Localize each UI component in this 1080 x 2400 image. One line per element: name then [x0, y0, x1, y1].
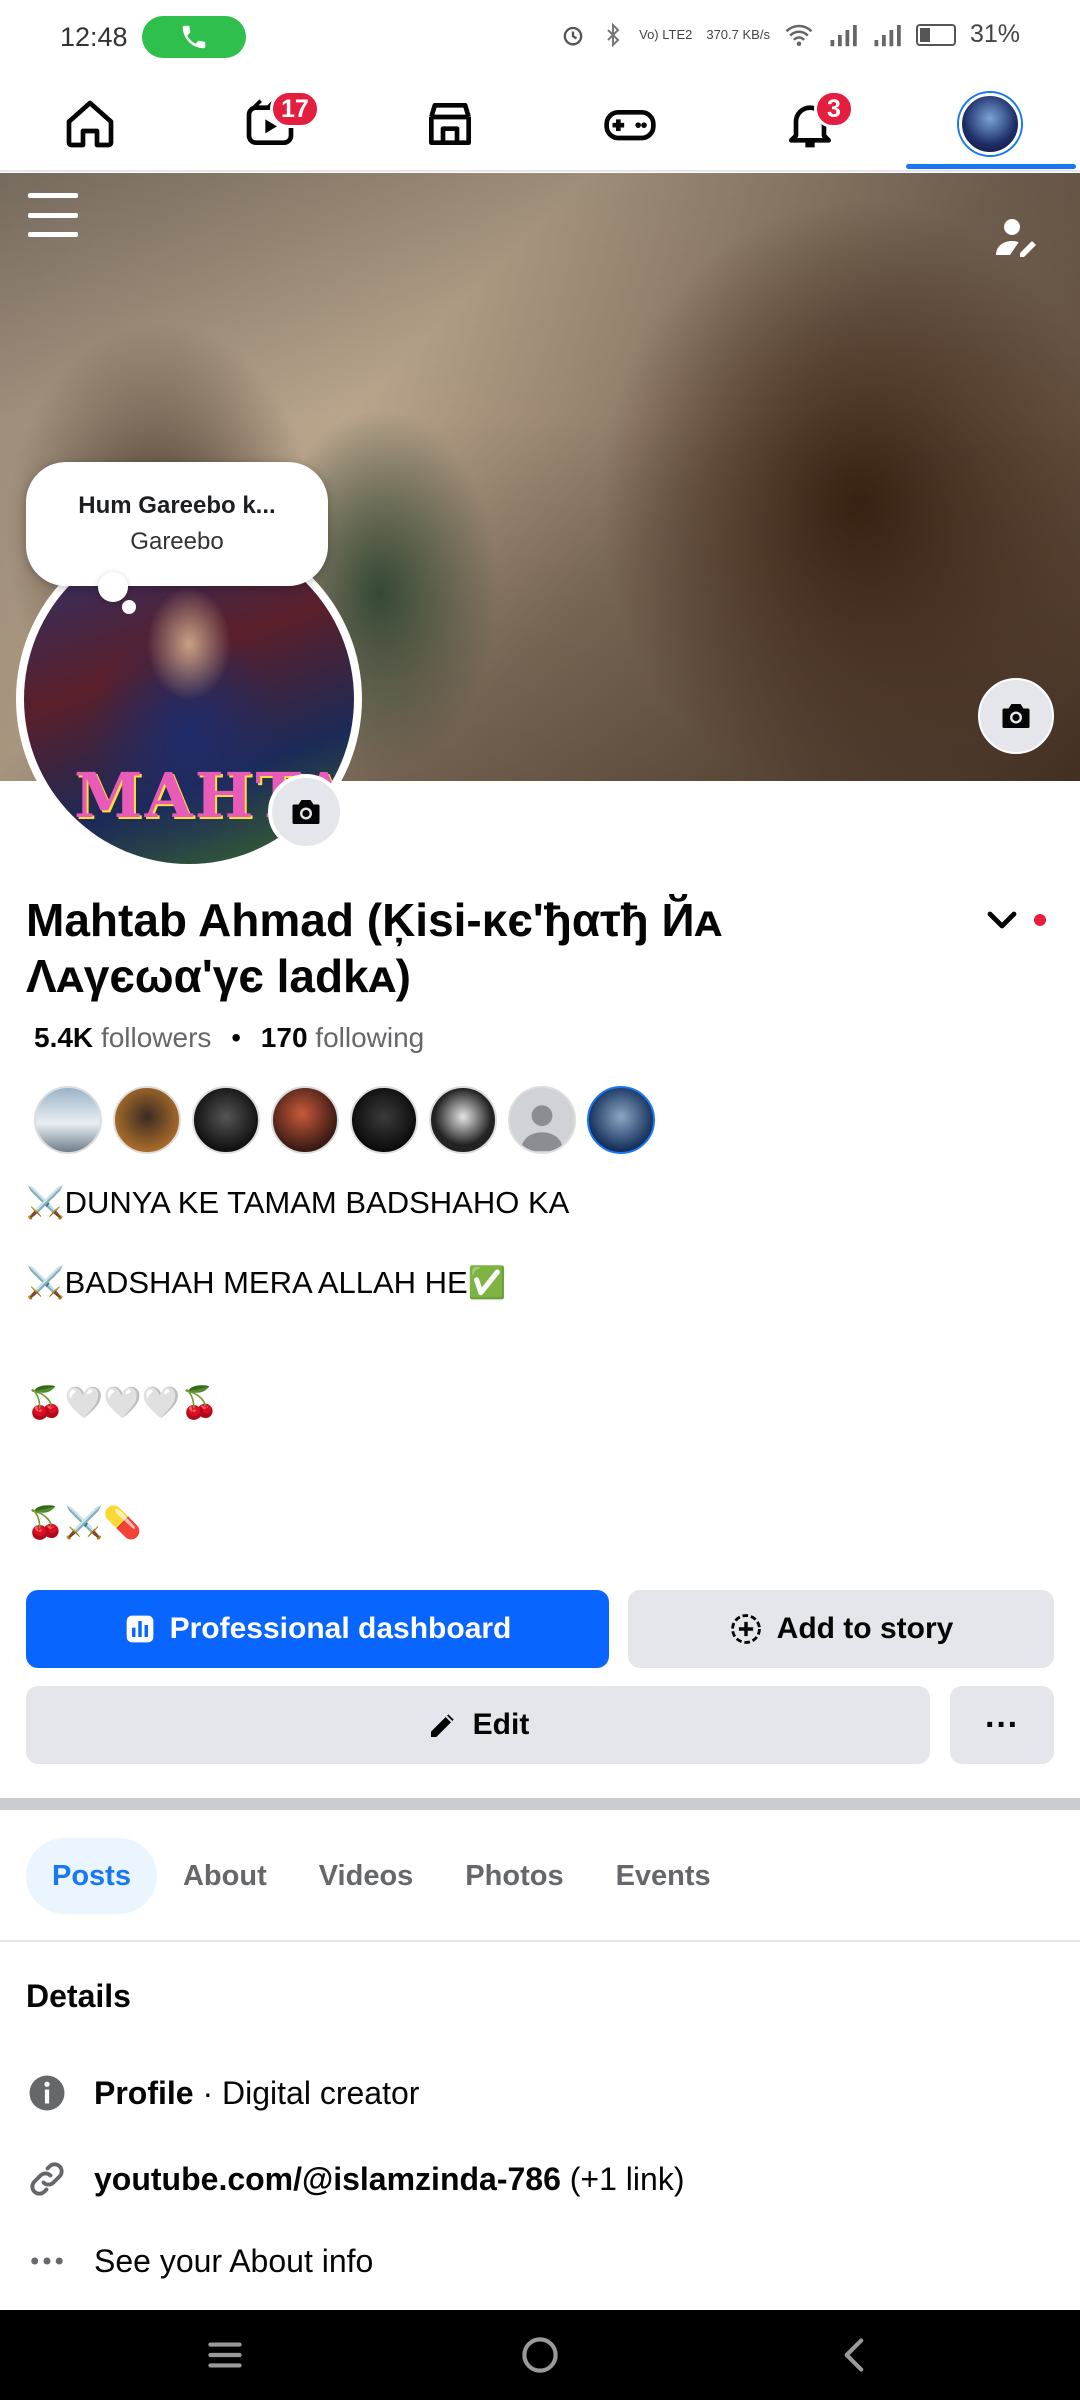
- profile-note[interactable]: Hum Gareebo k... Gareebo: [26, 462, 328, 586]
- add-to-story-button[interactable]: Add to story: [628, 1590, 1054, 1668]
- friend-avatar[interactable]: [429, 1086, 497, 1154]
- nav-gaming[interactable]: [570, 84, 690, 164]
- more-dots-icon: [26, 2240, 68, 2282]
- following-label: following: [315, 1022, 425, 1053]
- friend-avatar[interactable]: [192, 1086, 260, 1154]
- following-count[interactable]: 170: [261, 1022, 308, 1053]
- more-options-button[interactable]: ···: [950, 1686, 1054, 1764]
- nav-notifications[interactable]: 3: [750, 84, 870, 164]
- bio-line: ⚔️DUNYA KE TAMAM BADSHAHO KA: [26, 1185, 570, 1220]
- dashboard-icon: [126, 1615, 153, 1643]
- network-speed: 370.7 KB/s: [706, 27, 770, 42]
- follow-stats[interactable]: 5.4K followers • 170 following: [34, 1022, 424, 1054]
- camera-icon: [292, 800, 320, 824]
- nav-video[interactable]: 17: [210, 84, 330, 164]
- add-to-story-label: Add to story: [776, 1612, 954, 1645]
- back-icon[interactable]: [830, 2330, 880, 2380]
- chevron-down-icon[interactable]: [982, 902, 1022, 938]
- camera-icon: [1002, 704, 1030, 728]
- profile-name-row: Mahtab Ahmad (Ķisi-κє'ђατђ Йᴀ Λᴀγєωα'γє …: [26, 892, 966, 1004]
- call-icon: [182, 25, 206, 49]
- friend-avatar[interactable]: [271, 1086, 339, 1154]
- status-bar: 12:48 Vo) LTE2 370.7 KB/s 31%: [0, 0, 1080, 76]
- edit-profile-button[interactable]: Edit: [26, 1686, 930, 1764]
- signal-icon: [830, 24, 857, 46]
- friend-avatar-default[interactable]: [508, 1086, 576, 1154]
- friend-avatar[interactable]: [34, 1086, 102, 1154]
- profile-avatar-icon: [959, 93, 1021, 155]
- info-icon: [26, 2072, 68, 2114]
- recent-apps-icon[interactable]: [200, 2330, 250, 2380]
- profile-detail-label: Profile: [94, 2074, 194, 2111]
- follow-separator: •: [231, 1022, 242, 1053]
- youtube-link[interactable]: youtube.com/@islamzinda-786: [94, 2161, 561, 2197]
- bio-line: ⚔️BADSHAH MERA ALLAH HE✅: [26, 1265, 507, 1300]
- gaming-icon: [604, 110, 656, 141]
- section-divider: [0, 1798, 1080, 1810]
- edit-label: Edit: [472, 1708, 530, 1741]
- detail-link-row[interactable]: youtube.com/@islamzinda-786 (+1 link): [26, 2158, 684, 2200]
- top-navigation: 17 3: [0, 76, 1080, 172]
- followers-label: followers: [100, 1022, 212, 1053]
- bluetooth-icon: [607, 22, 620, 47]
- signal-icon-2: [874, 24, 901, 46]
- video-badge: 17: [270, 90, 320, 128]
- profile-tabs: Posts About Videos Photos Events: [26, 1838, 737, 1914]
- profile-settings-icon[interactable]: [992, 213, 1040, 261]
- battery-percent: 31%: [969, 20, 1020, 48]
- profile-camera-button[interactable]: [268, 774, 344, 850]
- marketplace-icon: [429, 103, 471, 146]
- bio-line: 🍒⚔️💊: [26, 1505, 142, 1540]
- detail-profile-row: Profile · Digital creator: [26, 2072, 419, 2114]
- tabs-divider: [0, 1940, 1080, 1942]
- tab-events[interactable]: Events: [590, 1838, 737, 1914]
- nav-profile[interactable]: [930, 84, 1050, 164]
- profile-name: Mahtab Ahmad (Ķisi-κє'ђατђ Йᴀ Λᴀγєωα'γє …: [26, 894, 722, 1002]
- more-icon: ···: [985, 1705, 1019, 1744]
- menu-icon[interactable]: [28, 193, 78, 237]
- followers-count[interactable]: 5.4K: [34, 1022, 93, 1053]
- notifications-badge: 3: [814, 90, 854, 128]
- person-icon: [521, 1105, 563, 1152]
- friend-avatar[interactable]: [587, 1086, 655, 1154]
- nav-home[interactable]: [30, 84, 150, 164]
- nav-marketplace[interactable]: [390, 84, 510, 164]
- profile-detail-value: · Digital creator: [193, 2074, 420, 2111]
- bio-line: 🍒🤍🤍🤍🍒: [26, 1385, 219, 1420]
- home-icon: [66, 100, 114, 148]
- friend-avatar[interactable]: [350, 1086, 418, 1154]
- call-indicator[interactable]: [142, 16, 246, 58]
- battery-icon: [915, 23, 956, 46]
- note-tail-small: [122, 600, 136, 614]
- note-title: Hum Gareebo k...: [78, 492, 276, 519]
- nav-active-indicator: [906, 164, 1076, 169]
- network-label: Vo) LTE2: [639, 27, 693, 42]
- cover-camera-button[interactable]: [978, 678, 1054, 754]
- link-extra[interactable]: (+1 link): [561, 2161, 685, 2197]
- note-tail: [98, 572, 128, 602]
- alarm-icon: [563, 26, 583, 46]
- note-subtitle: Gareebo: [130, 528, 224, 555]
- professional-dashboard-label: Professional dashboard: [169, 1612, 512, 1645]
- friends-avatars[interactable]: [34, 1086, 655, 1154]
- detail-about-row[interactable]: See your About info: [26, 2240, 373, 2282]
- tab-photos[interactable]: Photos: [439, 1838, 589, 1914]
- tab-posts[interactable]: Posts: [26, 1838, 157, 1914]
- pencil-icon: [430, 1714, 454, 1737]
- professional-dashboard-button[interactable]: Professional dashboard: [26, 1590, 609, 1668]
- friend-avatar[interactable]: [113, 1086, 181, 1154]
- status-icons: Vo) LTE2 370.7 KB/s 31%: [559, 20, 1020, 49]
- tab-about[interactable]: About: [157, 1838, 293, 1914]
- notification-dot: [1034, 914, 1046, 926]
- wifi-icon: [785, 24, 813, 46]
- status-time: 12:48: [60, 22, 128, 52]
- see-about-info[interactable]: See your About info: [94, 2243, 373, 2280]
- tab-videos[interactable]: Videos: [293, 1838, 440, 1914]
- home-button-icon[interactable]: [515, 2330, 565, 2380]
- add-story-icon: [730, 1614, 761, 1644]
- details-heading: Details: [26, 1978, 131, 2014]
- system-navigation-bar: [0, 2310, 1080, 2400]
- link-icon: [26, 2158, 68, 2200]
